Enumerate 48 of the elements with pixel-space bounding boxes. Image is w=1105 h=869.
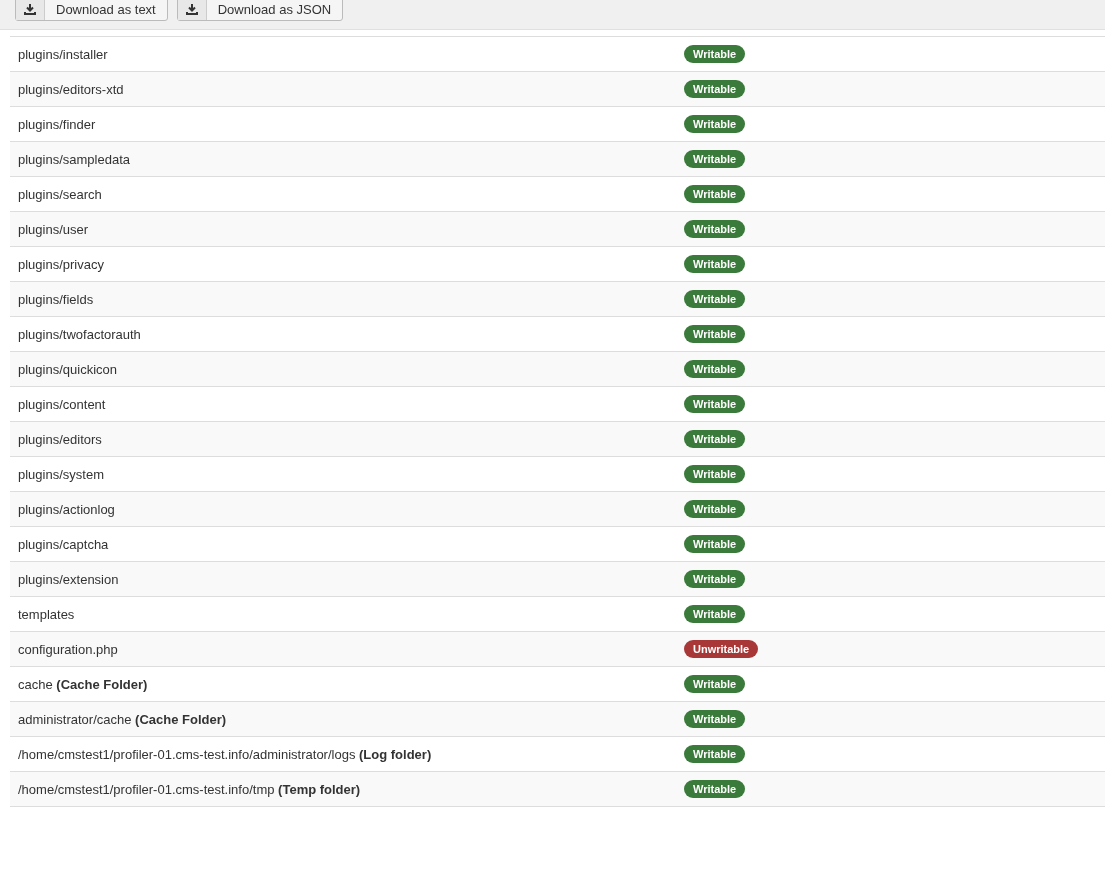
directory-cell-text: plugins/installer	[17, 46, 109, 62]
status-badge: Writable	[684, 570, 746, 588]
directory-cell-text: /home/cmstest1/profiler-01.cms-test.info/tmp (Temp folder)	[17, 781, 362, 797]
download-button[interactable]: Download as text	[15, 0, 168, 21]
directory-cell-text: plugins/quickicon	[17, 361, 118, 377]
directory-cell-text: plugins/actionlog	[17, 501, 116, 517]
download-button[interactable]: Download as JSON	[176, 0, 344, 21]
status-badge: Writable	[684, 325, 746, 343]
status-badge: Writable	[684, 395, 746, 413]
status-badge: Writable	[684, 710, 746, 728]
directory-cell-text: plugins/system	[17, 466, 105, 482]
directory-cell-text: plugins/captcha	[17, 536, 110, 552]
status-badge: Writable	[684, 745, 746, 763]
status-badge: Writable	[684, 535, 746, 553]
directory-cell-text: templates	[17, 606, 76, 622]
status-badge: Writable	[684, 150, 746, 168]
status-badge: Writable	[684, 255, 746, 273]
directory-cell-text: plugins/finder	[17, 116, 97, 132]
status-badge: Writable	[684, 780, 746, 798]
status-badge: Writable	[684, 465, 746, 483]
directory-cell-text: plugins/extension	[17, 571, 120, 587]
status-badge: Writable	[684, 115, 746, 133]
download-icon	[185, 3, 198, 15]
directory-cell-text: plugins/fields	[17, 291, 95, 307]
status-badge: Writable	[684, 220, 746, 238]
directory-cell-text: plugins/editors-xtd	[17, 81, 125, 97]
status-badge: Writable	[684, 80, 746, 98]
status-badge: Writable	[684, 185, 746, 203]
directory-cell-text: plugins/twofactorauth	[17, 326, 142, 342]
directory-cell-text: plugins/user	[17, 221, 90, 237]
status-badge: Writable	[684, 500, 746, 518]
directory-cell-text: cache (Cache Folder)	[17, 676, 149, 692]
directory-cell-text: plugins/privacy	[17, 256, 105, 272]
directory-cell-text: configuration.php	[17, 641, 119, 657]
status-badge: Writable	[684, 290, 746, 308]
directory-cell-text: /home/cmstest1/profiler-01.cms-test.info/administrator/logs (Log folder)	[17, 746, 433, 762]
status-badge: Writable	[684, 675, 746, 693]
directory-cell-text: plugins/search	[17, 186, 103, 202]
directory-cell-text: plugins/editors	[17, 431, 103, 447]
status-badge: Writable	[684, 430, 746, 448]
directory-cell-text: plugins/sampledata	[17, 151, 132, 167]
download-icon	[24, 3, 36, 15]
status-badge: Writable	[684, 360, 746, 378]
status-badge: Writable	[684, 605, 746, 623]
status-badge: Unwritable	[684, 640, 759, 658]
directory-cell-text: administrator/cache (Cache Folder)	[17, 711, 228, 727]
directory-cell-text: plugins/content	[17, 396, 107, 412]
status-badge: Writable	[684, 45, 746, 63]
